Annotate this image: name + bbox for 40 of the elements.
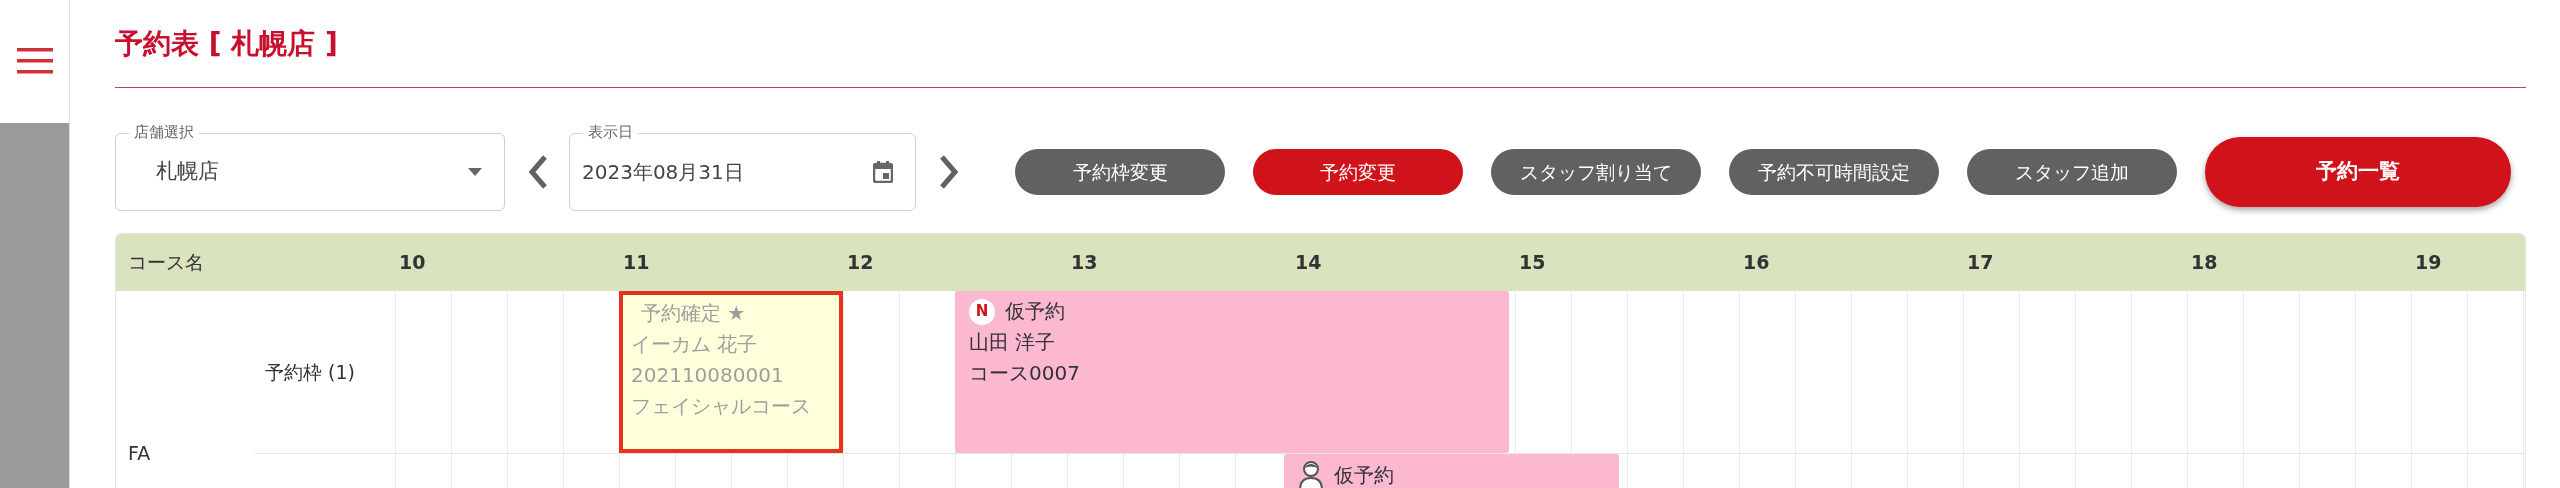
- booking-text: イーカム 花子: [631, 331, 759, 358]
- action-button[interactable]: スタッフ割り当て: [1491, 149, 1701, 195]
- calendar-icon[interactable]: [873, 161, 893, 183]
- column-header: 15: [1518, 251, 1546, 274]
- booking-block[interactable]: N 仮予約 山田 洋子 コース0007: [955, 291, 1509, 453]
- action-button[interactable]: 予約一覧: [2205, 137, 2511, 207]
- column-header: 11: [622, 251, 650, 274]
- action-button[interactable]: 予約枠変更: [1015, 149, 1225, 195]
- field-label: 表示日: [583, 122, 638, 142]
- column-header: 16: [1742, 251, 1770, 274]
- dropdown-caret-icon: [468, 168, 482, 176]
- slot-label: 予約枠 (1): [265, 359, 355, 385]
- column-header: 19: [2414, 251, 2442, 274]
- action-button[interactable]: スタッフ追加: [1967, 149, 2177, 195]
- action-button[interactable]: 予約変更: [1253, 149, 1463, 195]
- date-value: 2023年08月31日: [582, 159, 745, 186]
- booking-text: 仮予約: [1005, 298, 1065, 325]
- next-day-chevron-icon[interactable]: [938, 154, 960, 190]
- field-label: 店舗選択: [129, 122, 199, 142]
- booking-block[interactable]: 仮予約: [1284, 454, 1619, 488]
- column-header: 10: [398, 251, 426, 274]
- column-header: 13: [1070, 251, 1098, 274]
- column-header: 18: [2190, 251, 2218, 274]
- booking-text: 202110080001: [631, 362, 785, 389]
- booking-text: 予約確定 ★: [640, 300, 747, 327]
- course-name: FA: [128, 440, 151, 466]
- new-badge: N: [969, 298, 995, 325]
- column-header: 17: [1966, 251, 1994, 274]
- previous-day-chevron-icon[interactable]: [527, 154, 549, 190]
- action-button[interactable]: 予約不可時間設定: [1729, 149, 1939, 195]
- booking-text: コース0007: [969, 360, 1081, 387]
- select-value: 札幌店: [156, 158, 220, 186]
- booking-text: 山田 洋子: [969, 329, 1057, 356]
- column-header: 14: [1294, 251, 1322, 274]
- column-header: コース名: [127, 250, 205, 276]
- column-header: 12: [846, 251, 874, 274]
- menu-icon[interactable]: [16, 48, 53, 74]
- booking-text: 仮予約: [1334, 461, 1394, 488]
- booking-text: フェイシャルコース: [631, 393, 812, 420]
- page-title: 予約表 [ 札幌店 ]: [115, 26, 339, 62]
